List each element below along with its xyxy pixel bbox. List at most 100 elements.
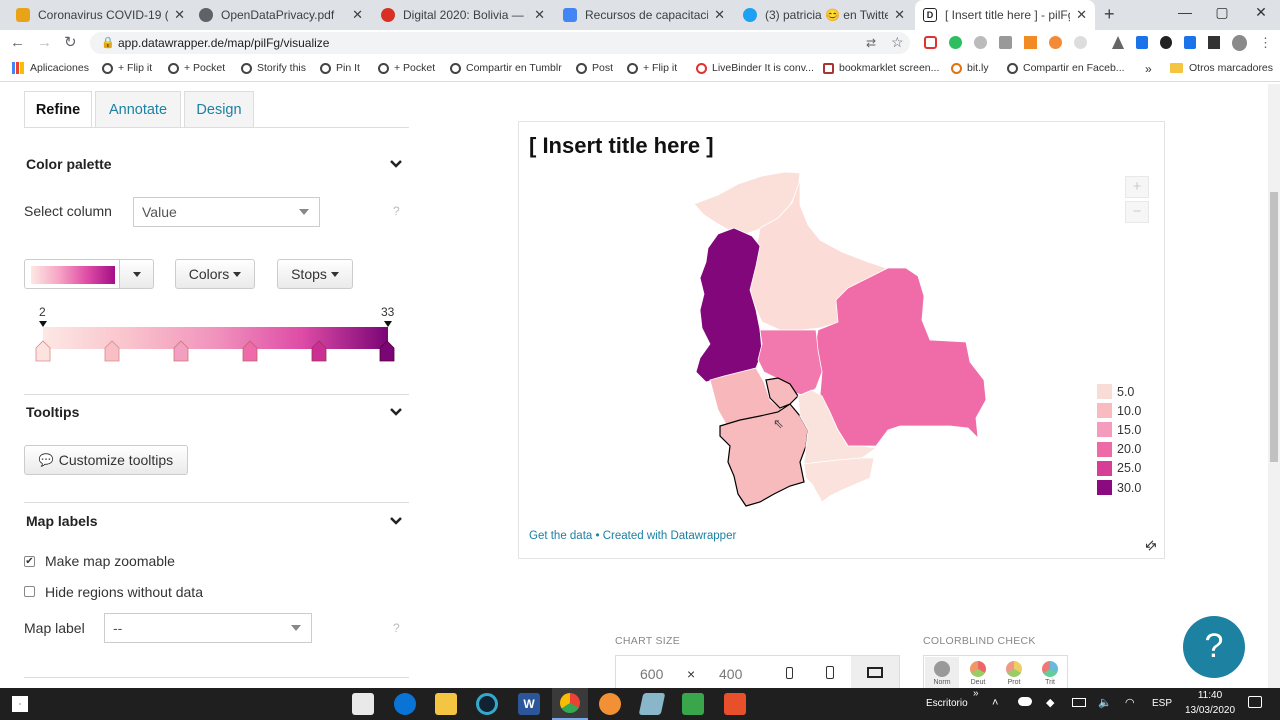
browser-tab[interactable]: Recursos de capacitación - D✕: [555, 0, 733, 30]
bookmark-item[interactable]: Pin It: [320, 62, 360, 74]
tab-annotate[interactable]: Annotate: [95, 91, 181, 127]
select-column-dropdown[interactable]: Value: [133, 197, 320, 227]
extension-icon[interactable]: [1136, 36, 1149, 49]
bookmark-item[interactable]: bit.ly: [951, 62, 989, 74]
color-palette-heading[interactable]: Color palette: [26, 156, 112, 172]
wifi-icon[interactable]: ◠: [1125, 696, 1135, 709]
phone-large-icon[interactable]: [826, 666, 834, 679]
close-tab-icon[interactable]: ✕: [352, 7, 363, 23]
extension-icon[interactable]: [974, 36, 987, 49]
region-la-paz[interactable]: [695, 227, 763, 383]
profile-avatar[interactable]: [1232, 35, 1247, 51]
tab-refine[interactable]: Refine: [24, 91, 92, 127]
forward-icon[interactable]: →: [37, 34, 52, 51]
dropbox-icon[interactable]: ◆: [1046, 696, 1054, 709]
back-icon[interactable]: ←: [10, 34, 25, 51]
minimize-window-icon[interactable]: —: [1170, 4, 1200, 24]
bookmark-item[interactable]: + Flip it: [102, 62, 152, 74]
zoom-out-button[interactable]: −: [1125, 201, 1149, 223]
desktop-size-button[interactable]: [851, 656, 899, 690]
customize-tooltips-button[interactable]: 💬 Customize tooltips: [24, 445, 188, 475]
palette-preview[interactable]: [24, 259, 120, 289]
colors-button[interactable]: Colors: [175, 259, 255, 289]
layers-extension-icon[interactable]: [1208, 36, 1221, 49]
colorblind-prot-button[interactable]: Prot: [997, 657, 1031, 689]
close-tab-icon[interactable]: ✕: [174, 7, 185, 23]
browser-tab[interactable]: Digital 2020: Bolivia — DataR✕: [373, 0, 553, 30]
palette-dropdown-button[interactable]: [119, 259, 154, 289]
chart-extension-icon[interactable]: [1024, 36, 1037, 49]
maximize-window-icon[interactable]: ▢: [1207, 4, 1237, 24]
browser-tab[interactable]: OpenDataPrivacy.pdf ✕: [191, 0, 371, 30]
chrome-taskbar-item[interactable]: [552, 688, 588, 720]
camera-extension-icon[interactable]: [999, 36, 1012, 49]
bookmark-star-icon[interactable]: ☆: [891, 34, 904, 51]
app-icon[interactable]: [638, 693, 666, 715]
help-chat-button[interactable]: ?: [1183, 616, 1245, 678]
hide-regions-label[interactable]: Hide regions without data: [45, 584, 203, 600]
extension-icon[interactable]: [1112, 36, 1125, 49]
pocket-extension-icon[interactable]: [924, 36, 937, 49]
tray-overflow-icon[interactable]: »: [973, 688, 979, 699]
chevron-down-icon[interactable]: [389, 405, 403, 419]
word-icon[interactable]: W: [518, 693, 540, 715]
onedrive-icon[interactable]: [1018, 697, 1032, 706]
chevron-down-icon[interactable]: [389, 157, 403, 171]
close-window-icon[interactable]: ✕: [1246, 4, 1276, 24]
chart-footer-links[interactable]: Get the data • Created with Datawrapper: [529, 530, 736, 542]
bookmark-item[interactable]: + Pocket: [168, 62, 225, 74]
extension-icon[interactable]: [1074, 36, 1087, 49]
bookmarks-overflow-icon[interactable]: »: [1145, 62, 1152, 76]
store-icon[interactable]: [352, 693, 374, 715]
color-stop-handles[interactable]: [34, 340, 404, 362]
chart-height-input[interactable]: 400: [719, 666, 742, 682]
reload-icon[interactable]: ↻: [64, 33, 77, 51]
help-icon[interactable]: ?: [393, 204, 400, 218]
browser-tab[interactable]: (3) patricia 😊 en Twitter: ✕: [735, 0, 913, 30]
extension-icon[interactable]: [1184, 36, 1197, 49]
evernote-extension-icon[interactable]: [949, 36, 962, 49]
language-indicator[interactable]: ESP: [1152, 698, 1172, 709]
browser-tab-active[interactable]: D[ Insert title here ] - pilFg - V✕: [915, 0, 1095, 30]
phone-small-icon[interactable]: [786, 667, 793, 679]
browser-tab[interactable]: Coronavirus COVID-19 (2019✕: [8, 0, 193, 30]
app-icon[interactable]: [599, 693, 621, 715]
colorblind-deut-button[interactable]: Deut: [961, 657, 995, 689]
bookmark-item[interactable]: + Pocket: [378, 62, 435, 74]
edge-icon[interactable]: [394, 693, 416, 715]
close-tab-icon[interactable]: ✕: [534, 7, 545, 23]
bookmark-item[interactable]: LiveBinder It is conv...: [696, 62, 814, 74]
extension-icon[interactable]: [1049, 36, 1062, 49]
bookmark-item[interactable]: Storify this: [241, 62, 306, 74]
tab-design[interactable]: Design: [184, 91, 254, 127]
close-tab-icon[interactable]: ✕: [1076, 7, 1087, 23]
desktop-toolbar-label[interactable]: Escritorio: [926, 698, 968, 709]
close-tab-icon[interactable]: ✕: [714, 7, 725, 23]
file-explorer-icon[interactable]: [435, 693, 457, 715]
lock-icon[interactable]: 🔒: [101, 36, 115, 49]
clock-date[interactable]: 13/03/2020: [1180, 705, 1240, 716]
zoomable-checkbox[interactable]: ✔: [24, 556, 35, 567]
app-icon[interactable]: [476, 693, 498, 715]
zoom-in-button[interactable]: +: [1125, 176, 1149, 198]
tray-chevron-icon[interactable]: ˄: [992, 697, 998, 709]
camtasia-icon[interactable]: [682, 693, 704, 715]
windows-start-icon[interactable]: [12, 696, 28, 712]
colorblind-norm-button[interactable]: Norm: [925, 657, 959, 689]
menu-kebab-icon[interactable]: ⋮: [1259, 36, 1272, 50]
map-label-dropdown[interactable]: --: [104, 613, 312, 643]
hide-regions-checkbox[interactable]: [24, 586, 35, 597]
close-tab-icon[interactable]: ✕: [894, 7, 905, 23]
bolivia-map[interactable]: [690, 168, 990, 508]
page-scrollbar[interactable]: [1268, 84, 1280, 688]
bookmark-item[interactable]: Post: [576, 62, 613, 74]
bookmark-item[interactable]: Compartir en Tumblr: [450, 62, 562, 74]
clock-time[interactable]: 11:40: [1194, 690, 1226, 701]
volume-icon[interactable]: 🔈: [1098, 696, 1112, 709]
new-tab-icon[interactable]: +: [1104, 4, 1115, 25]
app-icon[interactable]: [724, 693, 746, 715]
bookmark-item[interactable]: + Flip it: [627, 62, 677, 74]
notifications-icon[interactable]: [1248, 696, 1262, 708]
url-text[interactable]: app.datawrapper.de/map/pilFg/visualize: [118, 36, 329, 50]
map-labels-heading[interactable]: Map labels: [26, 513, 98, 529]
